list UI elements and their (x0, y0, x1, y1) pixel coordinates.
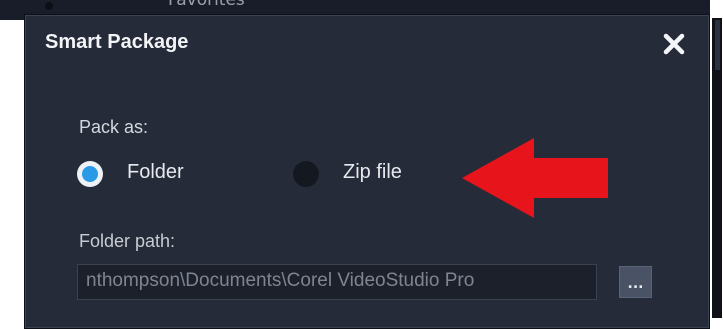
folder-path-input[interactable]: nthompson\Documents\Corel VideoStudio Pr… (77, 264, 597, 300)
dialog-title: Smart Package (45, 31, 189, 53)
radio-zip-file-indicator[interactable] (293, 161, 319, 187)
radio-folder-indicator[interactable] (77, 161, 103, 187)
background-bullet (45, 2, 53, 10)
radio-zip-file-label[interactable]: Zip file (343, 161, 402, 184)
folder-path-label: Folder path: (79, 231, 176, 251)
right-edge-highlight (715, 20, 720, 70)
browse-button[interactable]: ... (619, 266, 652, 298)
close-button[interactable] (661, 31, 687, 57)
pack-as-label: Pack as: (79, 117, 149, 137)
red-arrow-icon (462, 138, 608, 218)
radio-folder-label[interactable]: Folder (127, 161, 184, 184)
right-edge-background (710, 0, 724, 327)
close-icon (663, 33, 685, 55)
radio-selected-dot (82, 166, 98, 182)
background-partial-text: Favorites (168, 0, 245, 10)
dialog-title-bar: Smart Package (25, 15, 709, 71)
